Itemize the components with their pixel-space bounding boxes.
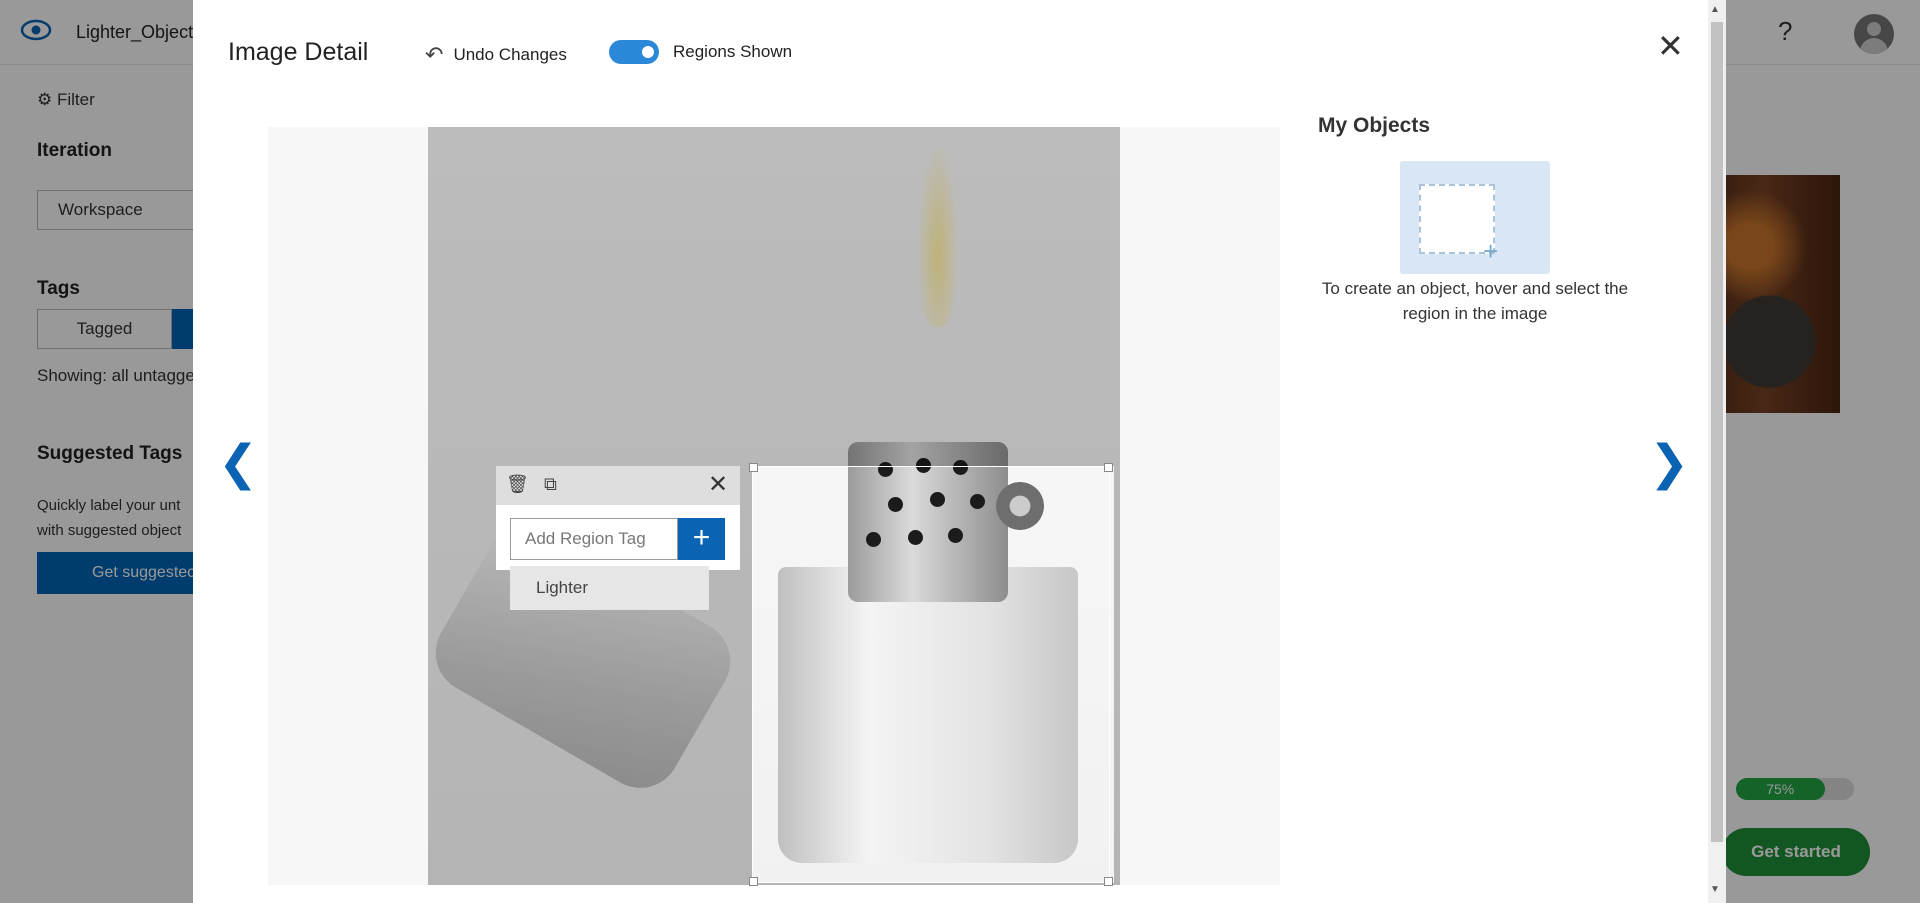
regions-toggle-label: Regions Shown <box>673 42 793 61</box>
scroll-up-icon[interactable]: ▲ <box>1710 4 1720 15</box>
undo-changes-button[interactable]: ↶ Undo Changes <box>425 42 567 68</box>
flame-graphic <box>918 147 958 327</box>
regions-toggle[interactable] <box>609 40 659 64</box>
compare-icon[interactable]: ⧉ <box>544 474 557 495</box>
objects-help-text: To create an object, hover and select th… <box>1321 279 1629 323</box>
close-icon[interactable]: ✕ <box>1657 30 1684 62</box>
previous-image-icon[interactable]: ❮ <box>218 440 258 488</box>
regions-toggle-control[interactable]: Regions Shown <box>609 40 792 64</box>
my-objects-heading: My Objects <box>1318 114 1431 137</box>
scroll-down-icon[interactable]: ▼ <box>1710 884 1720 895</box>
next-image-icon[interactable]: ❯ <box>1649 440 1689 488</box>
popup-toolbar: 🗑 ⧉ ✕ <box>496 466 740 505</box>
selected-region[interactable] <box>749 463 1113 886</box>
add-object-icon: + <box>1483 236 1499 266</box>
popup-close-icon[interactable]: ✕ <box>708 470 728 499</box>
trash-icon[interactable]: 🗑 <box>506 474 529 495</box>
region-tag-popup: 🗑 ⧉ ✕ + <box>496 466 740 570</box>
image-detail-modal: Image Detail ↶ Undo Changes Regions Show… <box>193 0 1726 903</box>
tag-suggestion-item[interactable]: Lighter <box>510 566 709 610</box>
undo-label: Undo Changes <box>453 45 567 64</box>
scrollbar-thumb[interactable] <box>1711 22 1723 842</box>
undo-icon: ↶ <box>425 42 444 67</box>
modal-title: Image Detail <box>228 38 369 66</box>
region-tag-input[interactable] <box>510 518 678 560</box>
add-tag-button[interactable]: + <box>678 518 725 560</box>
